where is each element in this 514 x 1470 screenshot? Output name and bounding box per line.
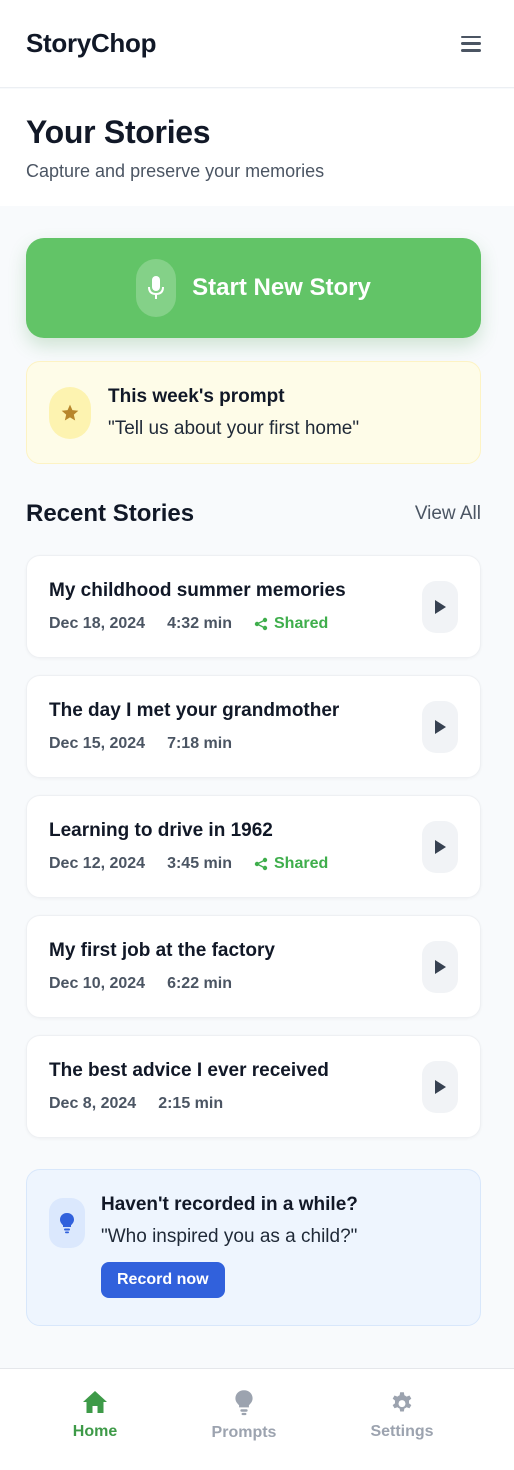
page-subtitle: Capture and preserve your memories <box>26 161 325 181</box>
record-now-button[interactable]: Record now <box>101 1262 225 1298</box>
story-title: My childhood summer memories <box>49 580 346 601</box>
nav-settings[interactable]: Settings <box>347 1389 457 1441</box>
star-icon <box>49 386 91 439</box>
story-card[interactable]: My first job at the factory Dec 10, 2024… <box>26 915 481 1018</box>
gear-icon <box>392 1392 412 1412</box>
shared-label: Shared <box>274 855 329 872</box>
story-duration: 4:32 min <box>167 615 232 632</box>
play-button[interactable] <box>422 700 458 753</box>
home-icon <box>83 1391 107 1413</box>
nav-home[interactable]: Home <box>40 1389 150 1441</box>
story-duration: 7:18 min <box>167 735 232 752</box>
page-header: Your Stories Capture and preserve your m… <box>0 89 514 206</box>
lightbulb-icon <box>235 1390 253 1416</box>
top-bar: StoryChop <box>0 0 514 88</box>
play-button[interactable] <box>422 940 458 993</box>
story-list: My childhood summer memories Dec 18, 202… <box>26 555 481 1155</box>
story-card[interactable]: The best advice I ever received Dec 8, 2… <box>26 1035 481 1138</box>
shared-badge: Shared <box>254 855 328 873</box>
story-date: Dec 15, 2024 <box>49 735 146 752</box>
recent-stories-title: Recent Stories <box>26 500 195 527</box>
page-title: Your Stories <box>26 114 211 150</box>
hamburger-icon[interactable] <box>461 35 481 52</box>
story-title: The day I met your grandmother <box>49 700 340 721</box>
reminder-title: Haven't recorded in a while? <box>101 1194 358 1215</box>
play-icon <box>435 839 446 854</box>
story-duration: 2:15 min <box>158 1095 224 1112</box>
story-date: Dec 10, 2024 <box>49 975 146 992</box>
story-title: Learning to drive in 1962 <box>49 820 273 841</box>
start-new-story-label: Start New Story <box>192 274 371 301</box>
bottom-navigation: Home Prompts Settings <box>0 1368 514 1470</box>
shared-label: Shared <box>274 615 329 632</box>
weekly-prompt-quote: "Tell us about your first home" <box>108 417 360 439</box>
play-button[interactable] <box>422 1060 458 1113</box>
play-button[interactable] <box>422 580 458 633</box>
app-logo[interactable]: StoryChop <box>26 28 156 59</box>
play-button[interactable] <box>422 820 458 873</box>
start-new-story-button[interactable]: Start New Story <box>26 238 481 338</box>
lightbulb-icon <box>49 1198 85 1248</box>
weekly-prompt-card[interactable]: This week's prompt "Tell us about your f… <box>26 361 481 464</box>
story-date: Dec 18, 2024 <box>49 615 146 632</box>
recording-reminder-card: Haven't recorded in a while? "Who inspir… <box>26 1169 481 1326</box>
nav-settings-label: Settings <box>370 1423 434 1440</box>
nav-prompts[interactable]: Prompts <box>189 1389 299 1442</box>
microphone-icon <box>136 259 177 317</box>
story-date: Dec 8, 2024 <box>49 1095 137 1112</box>
story-card[interactable]: The day I met your grandmother Dec 15, 2… <box>26 675 481 778</box>
story-date: Dec 12, 2024 <box>49 855 146 872</box>
nav-home-label: Home <box>72 1423 118 1440</box>
nav-prompts-label: Prompts <box>211 1424 277 1441</box>
share-icon <box>254 617 268 631</box>
play-icon <box>435 719 446 734</box>
story-duration: 3:45 min <box>167 855 232 872</box>
recent-stories-header: Recent Stories View All <box>26 498 481 530</box>
share-icon <box>254 857 268 871</box>
play-icon <box>435 599 446 614</box>
story-duration: 6:22 min <box>167 975 232 992</box>
weekly-prompt-title: This week's prompt <box>108 385 285 407</box>
story-card[interactable]: My childhood summer memories Dec 18, 202… <box>26 555 481 658</box>
play-icon <box>435 1079 446 1094</box>
shared-badge: Shared <box>254 615 328 633</box>
story-title: The best advice I ever received <box>49 1060 329 1081</box>
play-icon <box>435 959 446 974</box>
view-all-link[interactable]: View All <box>415 503 481 525</box>
reminder-prompt-quote: "Who inspired you as a child?" <box>101 1226 358 1247</box>
story-title: My first job at the factory <box>49 940 275 961</box>
story-card[interactable]: Learning to drive in 1962 Dec 12, 2024 3… <box>26 795 481 898</box>
